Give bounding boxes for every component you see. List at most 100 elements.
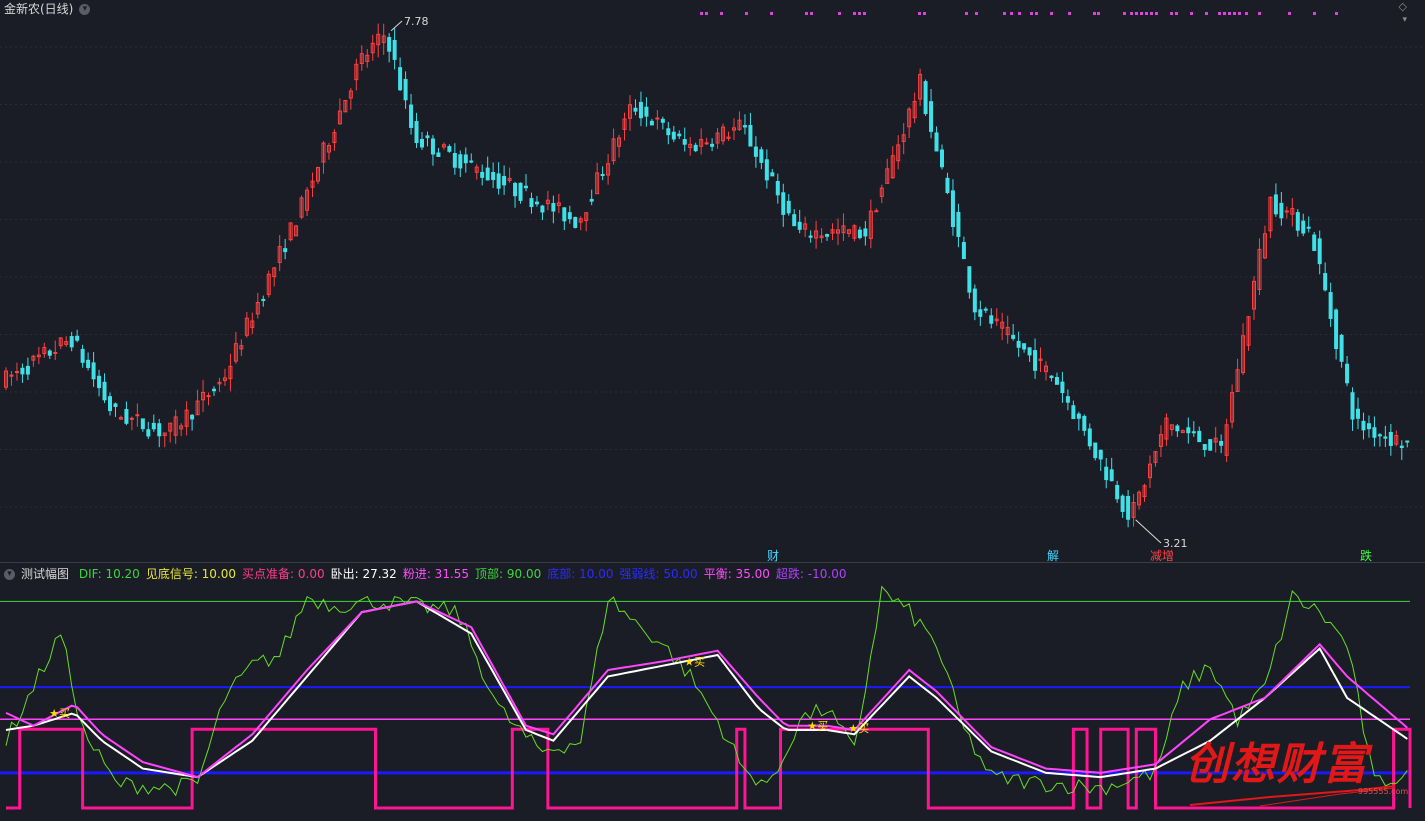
candle-body xyxy=(1087,428,1092,447)
candle-body xyxy=(792,214,797,227)
candle-body xyxy=(644,106,649,117)
candle-body xyxy=(1011,334,1016,339)
signal-dot xyxy=(720,12,723,15)
candle-body xyxy=(655,117,660,120)
signal-dot xyxy=(1135,12,1138,15)
candle-body xyxy=(660,118,665,123)
candle-body xyxy=(420,138,424,148)
candle-body xyxy=(940,149,944,168)
candle-body xyxy=(600,173,605,176)
candle-body xyxy=(135,414,140,417)
indicator-value: 强弱线: 50.00 xyxy=(619,567,698,581)
candle-body xyxy=(797,221,802,230)
candle-body xyxy=(518,182,523,201)
signal-dot xyxy=(858,12,861,15)
signal-dot xyxy=(1097,12,1100,15)
candle-body xyxy=(863,228,868,237)
chevron-down-icon[interactable]: ▾ xyxy=(4,569,15,580)
diamond-icon[interactable]: ◇ xyxy=(1399,0,1407,13)
signal-dot xyxy=(1190,12,1193,15)
scroll-arrow-icon[interactable]: ▾ xyxy=(1402,15,1407,25)
signal-dot xyxy=(1228,12,1231,15)
candle-body xyxy=(261,298,266,301)
candle-body xyxy=(961,242,966,260)
candle-body xyxy=(1093,442,1098,459)
candle-body xyxy=(666,128,671,136)
candle-body xyxy=(1197,430,1202,443)
signal-dot xyxy=(770,12,773,15)
signal-dot xyxy=(1155,12,1158,15)
candle-body xyxy=(140,418,145,430)
signal-dot xyxy=(1035,12,1038,15)
signal-dot xyxy=(1050,12,1053,15)
candle-body xyxy=(480,171,485,178)
candle-body xyxy=(469,160,474,163)
candle-body xyxy=(102,381,107,401)
candle-body xyxy=(978,309,983,317)
indicator-value: DIF: 10.20 xyxy=(78,567,140,581)
candle-body xyxy=(447,146,452,152)
buy-marker: ★买 xyxy=(848,722,869,735)
indicator-value: 买点准备: 0.00 xyxy=(242,567,325,581)
top-signal-dots xyxy=(700,12,1338,15)
signal-dot xyxy=(1175,12,1178,15)
candle-body xyxy=(491,172,496,181)
candle-body xyxy=(97,375,102,389)
candle-body xyxy=(1202,444,1207,450)
signal-dot xyxy=(1205,12,1208,15)
candle-body xyxy=(1372,427,1377,438)
candle-body xyxy=(69,336,74,348)
event-marker: 减增 xyxy=(1150,549,1174,563)
candle-body xyxy=(759,149,764,163)
candle-body xyxy=(1377,434,1382,437)
high-price-label: 7.78 xyxy=(404,15,429,28)
signal-dot xyxy=(1003,12,1006,15)
candle-body xyxy=(452,153,457,168)
candle-body xyxy=(212,388,216,392)
candle-body xyxy=(677,133,682,137)
candle-body xyxy=(86,359,91,368)
signal-dot xyxy=(1010,12,1013,15)
candle-body xyxy=(1301,220,1306,234)
candle-body xyxy=(485,167,490,181)
candle-body xyxy=(1306,226,1311,229)
candle-body xyxy=(967,266,972,293)
signal-dot xyxy=(853,12,856,15)
candle-body xyxy=(671,131,676,140)
signal-dot xyxy=(923,12,926,15)
candle-body xyxy=(1115,484,1120,500)
high-low-labels: 7.78 3.21 xyxy=(390,15,1188,550)
candle-body xyxy=(14,371,19,374)
signal-dot xyxy=(1068,12,1071,15)
candle-body xyxy=(129,417,134,420)
candle-body xyxy=(1060,381,1065,394)
candle-body xyxy=(1016,340,1021,348)
candle-body xyxy=(770,172,775,177)
candle-body xyxy=(1334,309,1339,350)
candle-body xyxy=(874,210,879,213)
candle-body xyxy=(113,403,118,408)
candle-body xyxy=(524,185,528,189)
candle-body xyxy=(929,101,934,132)
candle-body xyxy=(945,177,950,194)
signal-dot xyxy=(1313,12,1316,15)
candle-body xyxy=(1208,439,1213,451)
candle-body xyxy=(1345,363,1350,384)
candle-body xyxy=(562,207,567,222)
low-arrow xyxy=(1135,519,1162,544)
candle-body xyxy=(1312,234,1317,251)
candle-body xyxy=(1328,292,1333,319)
candle-body xyxy=(753,146,758,157)
candle-body xyxy=(1120,495,1125,512)
signal-dot xyxy=(805,12,808,15)
candle-body xyxy=(1361,420,1366,431)
candle-body xyxy=(551,203,556,212)
candle-body xyxy=(786,200,791,214)
candle-body xyxy=(1350,392,1355,420)
candle-body xyxy=(436,152,441,158)
candle-body xyxy=(1279,202,1284,219)
candle-body xyxy=(649,120,654,126)
chevron-down-icon[interactable]: ▾ xyxy=(79,4,91,15)
candle-body xyxy=(781,192,786,215)
candlestick-series xyxy=(4,23,1410,528)
